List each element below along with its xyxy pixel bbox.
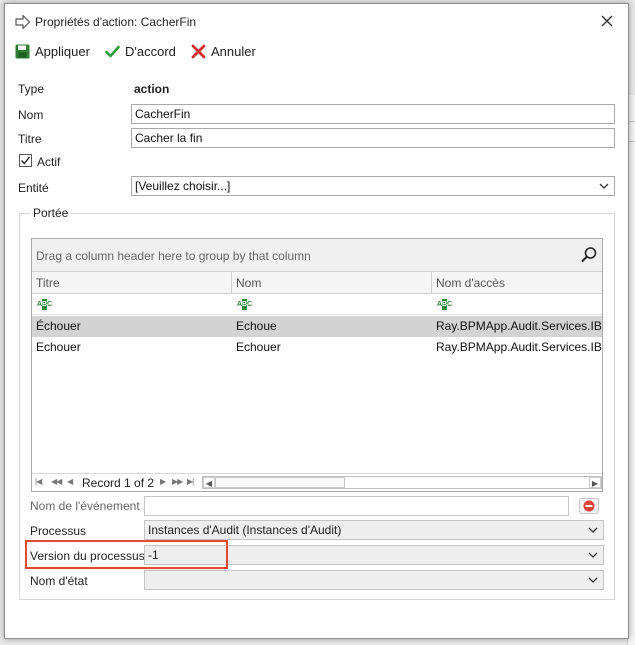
active-label: Actif: [37, 155, 61, 169]
first-record-button[interactable]: |◀: [35, 477, 42, 486]
filter-icon-nom-acces[interactable]: ABC: [437, 299, 452, 310]
scope-legend: Portée: [30, 206, 72, 220]
group-hint: Drag a column header here to group by th…: [36, 249, 311, 263]
prev-page-button[interactable]: ◀◀: [51, 477, 62, 486]
next-page-button[interactable]: ▶▶: [172, 477, 183, 486]
process-value: Instances d'Audit (Instances d'Audit): [148, 523, 342, 537]
entity-label: Entité: [18, 181, 49, 195]
chevron-down-icon: [588, 527, 598, 533]
save-icon: [15, 44, 30, 58]
entity-value: [Veuillez choisir...]: [135, 179, 231, 193]
cell-titre: Échouer: [36, 319, 81, 333]
active-checkbox[interactable]: [19, 154, 32, 167]
horizontal-scrollbar[interactable]: ◀ ▶: [202, 476, 602, 489]
toolbar: Appliquer D'accord Annuler: [5, 40, 628, 64]
title-input[interactable]: Cacher la fin: [131, 128, 615, 148]
arrow-right-icon: [15, 14, 31, 30]
filter-row: ABC ABC ABC: [32, 294, 602, 315]
cancel-button[interactable]: Annuler: [191, 40, 256, 62]
next-record-button[interactable]: ▶: [160, 477, 166, 486]
type-value: action: [134, 82, 170, 96]
group-by-panel[interactable]: Drag a column header here to group by th…: [32, 239, 602, 272]
state-name-label: Nom d'état: [30, 574, 88, 588]
title-bar: Propriétés d'action: CacherFin: [5, 4, 628, 38]
apply-label: Appliquer: [35, 43, 90, 59]
table-row[interactable]: Échouer Echoue Ray.BPMApp.Audit.Services…: [32, 316, 602, 337]
chevron-down-icon: [588, 552, 598, 558]
state-name-select[interactable]: [144, 570, 604, 590]
grid-header: Titre Nom Nom d'accès: [32, 272, 602, 294]
name-label: Nom: [18, 108, 44, 122]
x-icon: [191, 44, 206, 58]
check-icon: [20, 156, 31, 165]
annotation-highlight-box: [25, 540, 228, 569]
cell-nom: Echoue: [236, 319, 277, 333]
cell-titre: Echouer: [36, 340, 81, 354]
event-name-label: Nom de l'événement: [30, 499, 140, 513]
scroll-right-arrow[interactable]: ▶: [589, 477, 601, 488]
scroll-left-arrow[interactable]: ◀: [203, 477, 215, 488]
name-input[interactable]: CacherFin: [131, 104, 615, 124]
process-select[interactable]: Instances d'Audit (Instances d'Audit): [144, 520, 604, 540]
clear-event-button[interactable]: [579, 498, 599, 514]
ok-label: D'accord: [125, 43, 176, 59]
table-row[interactable]: Echouer Echouer Ray.BPMApp.Audit.Service…: [32, 337, 602, 358]
apply-button[interactable]: Appliquer: [15, 40, 90, 62]
process-label: Processus: [30, 524, 87, 538]
window-title: Propriétés d'action: CacherFin: [35, 15, 197, 29]
event-name-input[interactable]: [144, 496, 569, 516]
scope-grid: Drag a column header here to group by th…: [31, 238, 603, 492]
title-label: Titre: [18, 132, 42, 146]
entity-select[interactable]: [Veuillez choisir...]: [131, 176, 615, 196]
search-icon[interactable]: [580, 246, 598, 264]
checkmark-icon: [105, 45, 120, 57]
filter-icon-titre[interactable]: ABC: [37, 299, 52, 310]
ok-button[interactable]: D'accord: [105, 40, 176, 62]
cell-nom-acces: Ray.BPMApp.Audit.Services.IBPMA: [436, 340, 602, 354]
close-icon[interactable]: [598, 12, 616, 30]
filter-icon-nom[interactable]: ABC: [237, 299, 252, 310]
column-header-nom[interactable]: Nom: [232, 272, 432, 294]
grid-navigator: |◀ ◀◀ ◀ Record 1 of 2 ▶ ▶▶ ▶| ◀ ▶: [32, 473, 602, 491]
cell-nom: Echouer: [236, 340, 281, 354]
cancel-label: Annuler: [211, 43, 256, 59]
column-header-titre[interactable]: Titre: [32, 272, 232, 294]
prev-record-button[interactable]: ◀: [67, 477, 73, 486]
type-label: Type: [18, 82, 45, 96]
last-record-button[interactable]: ▶|: [187, 477, 194, 486]
column-header-nom-acces[interactable]: Nom d'accès: [432, 272, 604, 294]
clear-red-icon: [583, 500, 595, 512]
chevron-down-icon: [588, 577, 598, 583]
record-counter: Record 1 of 2: [82, 476, 155, 490]
chevron-down-icon: [599, 183, 609, 189]
scrollbar-thumb[interactable]: [215, 477, 345, 488]
action-properties-dialog: Propriétés d'action: CacherFin Appliquer…: [4, 3, 629, 639]
cell-nom-acces: Ray.BPMApp.Audit.Services.IBPMA: [436, 319, 602, 333]
